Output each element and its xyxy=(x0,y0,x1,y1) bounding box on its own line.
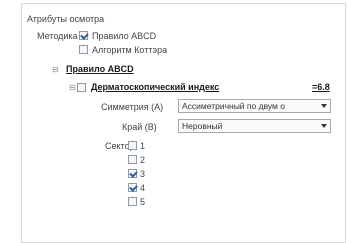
border-label: Край (В) xyxy=(122,122,157,132)
sector-3-checkbox[interactable] xyxy=(128,169,137,178)
collapse-icon[interactable]: ⊟ xyxy=(52,66,60,74)
sector-4-checkbox[interactable] xyxy=(128,183,137,192)
method-label: Методика xyxy=(37,31,78,41)
collapse-icon[interactable]: ⊟ xyxy=(69,84,77,92)
sector-2-label: 2 xyxy=(140,155,146,165)
sector-5-checkbox[interactable] xyxy=(128,197,137,206)
sector-1-checkbox[interactable] xyxy=(128,141,137,150)
derm-index-value: =6.8 xyxy=(312,82,330,92)
method-kotter-label: Алгоритм Коттэра xyxy=(92,45,168,55)
rule-abcd-heading[interactable]: Правило ABCD xyxy=(66,64,134,74)
sector-3-label: 3 xyxy=(140,169,146,179)
border-value: Неровный xyxy=(182,121,223,131)
chevron-down-icon xyxy=(321,124,327,128)
border-select[interactable]: Неровный xyxy=(178,119,331,133)
sector-2-checkbox[interactable] xyxy=(128,155,137,164)
chevron-down-icon xyxy=(321,104,327,108)
derm-index-checkbox[interactable] xyxy=(77,83,86,92)
section-title: Атрибуты осмотра xyxy=(27,14,105,24)
symmetry-label: Симметрия (А) xyxy=(101,102,164,112)
symmetry-value: Ассиметричный по двум о xyxy=(182,101,285,111)
sector-1-label: 1 xyxy=(140,141,146,151)
sector-4-label: 4 xyxy=(140,183,146,193)
method-abcd-label: Правило ABCD xyxy=(92,31,157,41)
method-kotter-checkbox[interactable] xyxy=(79,45,88,54)
derm-index-heading[interactable]: Дерматоскопический индекс xyxy=(91,82,219,92)
sector-5-label: 5 xyxy=(140,197,146,207)
method-abcd-checkbox[interactable] xyxy=(79,31,88,40)
symmetry-select[interactable]: Ассиметричный по двум о xyxy=(178,99,331,113)
